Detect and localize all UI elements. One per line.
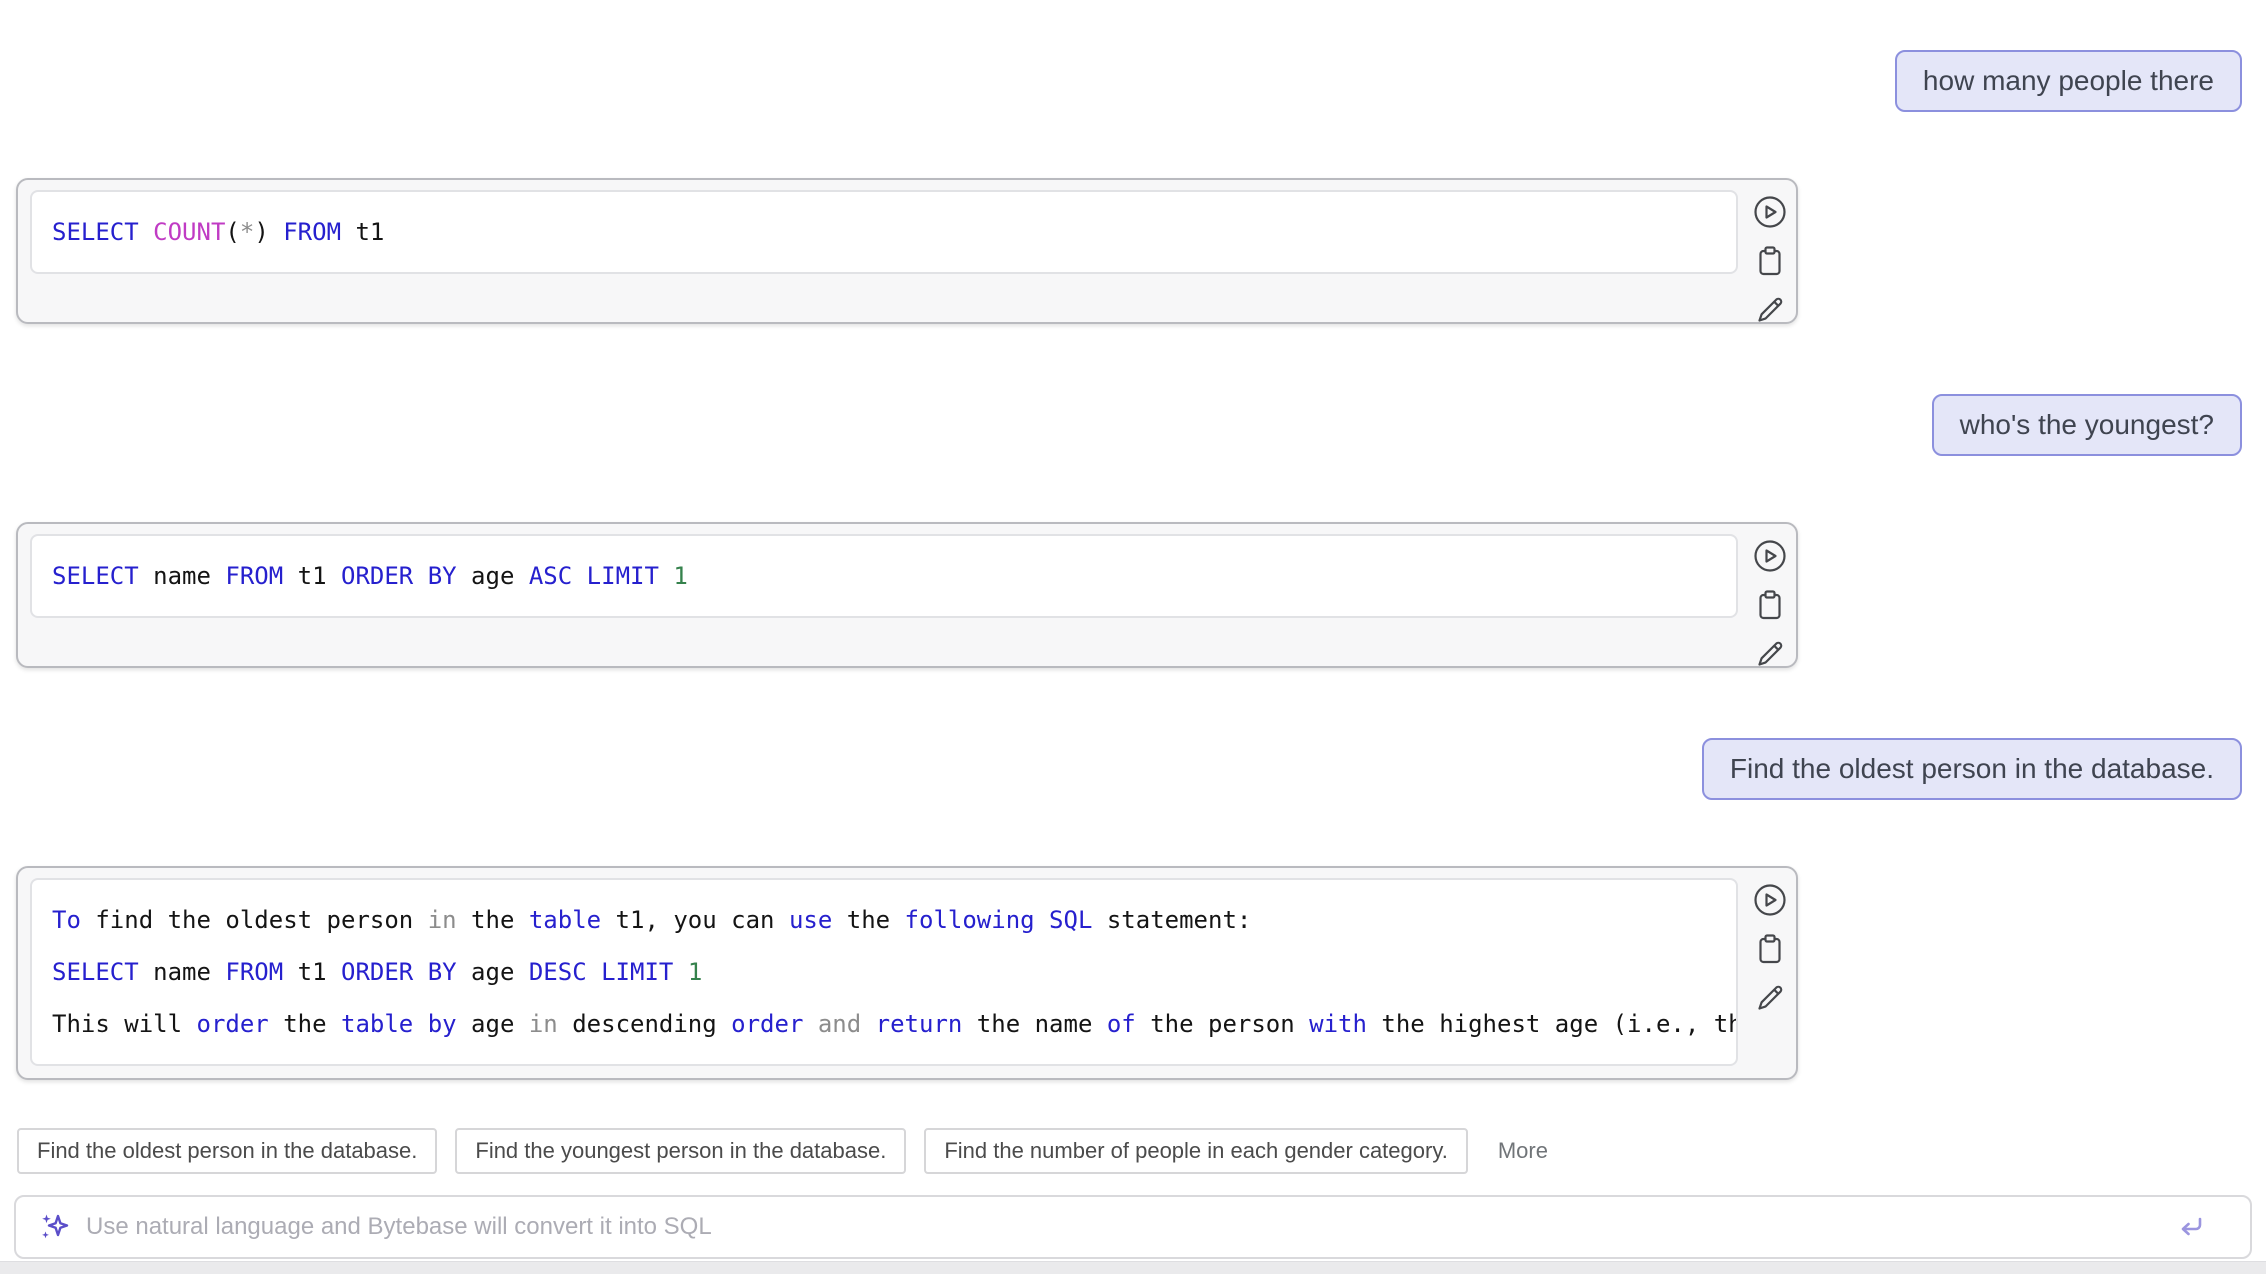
run-query-button[interactable] — [1752, 194, 1788, 230]
code-line: SELECT name FROM t1 ORDER BY age DESC LI… — [52, 946, 1716, 998]
more-suggestions-link[interactable]: More — [1498, 1138, 1548, 1164]
copy-icon — [1752, 243, 1788, 279]
chat-thread: how many people there SELECT COUNT(*) FRO… — [0, 0, 2266, 1080]
bottom-divider — [0, 1261, 2266, 1274]
edit-sql-button[interactable] — [1752, 292, 1788, 328]
run-query-button[interactable] — [1752, 538, 1788, 574]
copy-icon — [1752, 931, 1788, 967]
code-line: To find the oldest person in the table t… — [52, 894, 1716, 946]
response-action-column — [1752, 194, 1788, 328]
user-message-bubble: Find the oldest person in the database. — [1702, 738, 2242, 800]
assistant-response-card: SELECT name FROM t1 ORDER BY age ASC LIM… — [16, 522, 1798, 668]
edit-icon — [1752, 636, 1788, 672]
natural-language-input[interactable] — [84, 1212, 2160, 1242]
code-line: SELECT name FROM t1 ORDER BY age ASC LIM… — [52, 550, 1716, 602]
code-line: SELECT COUNT(*) FROM t1 — [52, 206, 1716, 258]
suggestion-button-oldest[interactable]: Find the oldest person in the database. — [17, 1128, 437, 1174]
copy-sql-button[interactable] — [1752, 931, 1788, 967]
edit-icon — [1752, 980, 1788, 1016]
user-message-row: how many people there — [0, 50, 2266, 112]
edit-sql-button[interactable] — [1752, 980, 1788, 1016]
assistant-response-card: To find the oldest person in the table t… — [16, 866, 1798, 1080]
suggestion-button-gender-count[interactable]: Find the number of people in each gender… — [924, 1128, 1467, 1174]
code-line: This will order the table by age in desc… — [52, 998, 1716, 1050]
enter-return-icon[interactable] — [2174, 1210, 2208, 1244]
user-message-bubble: who's the youngest? — [1932, 394, 2242, 456]
run-icon — [1752, 882, 1788, 918]
assistant-response-card: SELECT COUNT(*) FROM t1 — [16, 178, 1798, 324]
sql-chat-page: how many people there SELECT COUNT(*) FRO… — [0, 0, 2266, 1259]
user-message-row: Find the oldest person in the database. — [0, 738, 2266, 800]
run-icon — [1752, 538, 1788, 574]
response-action-column — [1752, 538, 1788, 672]
response-action-column — [1752, 882, 1788, 1016]
suggestion-button-youngest[interactable]: Find the youngest person in the database… — [455, 1128, 906, 1174]
user-message-row: who's the youngest? — [0, 394, 2266, 456]
user-message-bubble: how many people there — [1895, 50, 2242, 112]
sql-code-block: SELECT COUNT(*) FROM t1 — [30, 190, 1738, 274]
edit-sql-button[interactable] — [1752, 636, 1788, 672]
suggestion-bar: Find the oldest person in the database. … — [17, 1128, 2266, 1174]
sparkles-ai-icon — [38, 1211, 70, 1243]
sql-code-block: To find the oldest person in the table t… — [30, 878, 1738, 1066]
sql-code-block: SELECT name FROM t1 ORDER BY age ASC LIM… — [30, 534, 1738, 618]
copy-sql-button[interactable] — [1752, 587, 1788, 623]
copy-sql-button[interactable] — [1752, 243, 1788, 279]
run-query-button[interactable] — [1752, 882, 1788, 918]
copy-icon — [1752, 587, 1788, 623]
run-icon — [1752, 194, 1788, 230]
edit-icon — [1752, 292, 1788, 328]
prompt-input-bar[interactable] — [14, 1195, 2252, 1259]
